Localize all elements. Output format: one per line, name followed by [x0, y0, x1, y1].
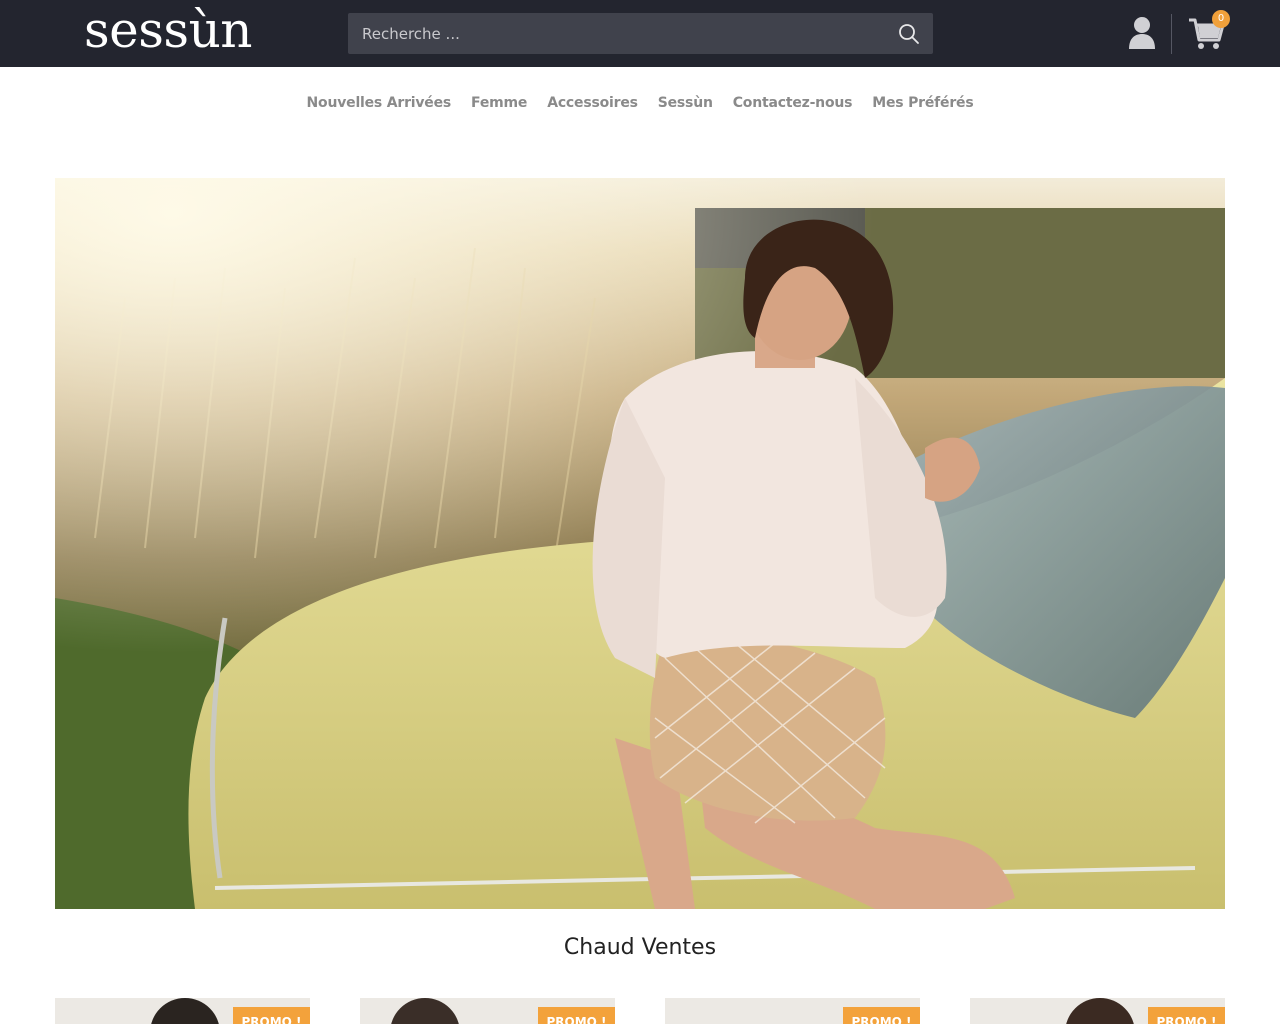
cart-count-badge: 0	[1212, 10, 1230, 28]
search-input[interactable]	[348, 13, 878, 54]
hero-banner[interactable]	[55, 178, 1225, 909]
hot-sales-title: Chaud Ventes	[563, 935, 717, 960]
promo-badge: PROMO !	[538, 1007, 615, 1024]
nav-women[interactable]: Femme	[461, 95, 537, 111]
site-logo[interactable]: sessùn	[84, 2, 252, 58]
nav-accessories[interactable]: Accessoires	[537, 95, 648, 111]
search-icon[interactable]	[897, 22, 921, 46]
product-card[interactable]: PROMO !	[55, 998, 310, 1024]
product-card[interactable]: PROMO !	[665, 998, 920, 1024]
nav-contact[interactable]: Contactez-nous	[723, 95, 863, 111]
product-card[interactable]: PROMO !	[360, 998, 615, 1024]
hero-image	[55, 178, 1225, 909]
nav-new-arrivals[interactable]: Nouvelles Arrivées	[297, 95, 462, 111]
user-icon[interactable]	[1127, 16, 1157, 50]
promo-badge: PROMO !	[233, 1007, 310, 1024]
product-image	[150, 998, 220, 1024]
promo-badge: PROMO !	[1148, 1007, 1225, 1024]
header-divider	[1171, 14, 1172, 54]
product-image	[390, 998, 460, 1024]
nav-favorites[interactable]: Mes Préférés	[862, 95, 983, 111]
product-card[interactable]: PROMO !	[970, 998, 1225, 1024]
nav-sessun[interactable]: Sessùn	[648, 95, 723, 111]
top-header: sessùn 0	[0, 0, 1280, 67]
product-image	[1065, 998, 1135, 1024]
search-bar	[348, 13, 933, 54]
main-nav: Nouvelles Arrivées Femme Accessoires Ses…	[0, 67, 1280, 139]
promo-badge: PROMO !	[843, 1007, 920, 1024]
